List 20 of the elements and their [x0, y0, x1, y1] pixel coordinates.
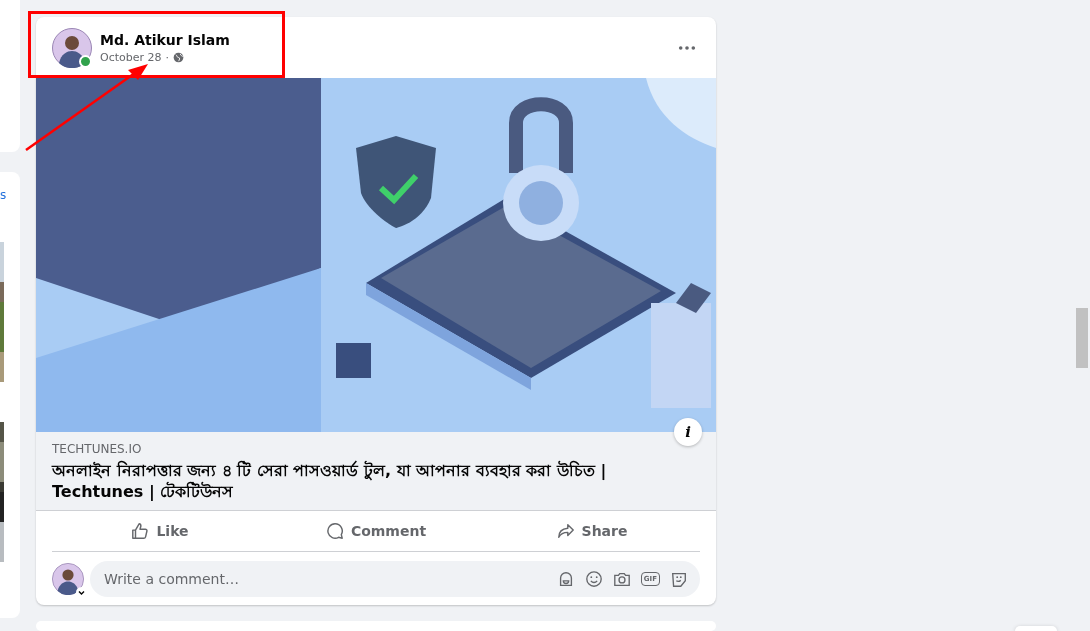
comment-button[interactable]: Comment	[268, 513, 484, 549]
share-arrow-icon	[556, 522, 575, 540]
speech-bubble-icon	[325, 522, 344, 540]
avatar	[52, 28, 92, 68]
link-domain: TECHTUNES.IO	[52, 442, 143, 456]
like-button[interactable]: Like	[52, 513, 268, 549]
more-icon	[678, 45, 696, 51]
thumbs-up-icon	[131, 522, 150, 540]
globe-icon	[173, 52, 184, 63]
link-title[interactable]: অনলাইন নিরাপত্তার জন্য ৪ টি সেরা পাসওয়ার্ড টুল, যা আপনার ব্যবহার করা উচিত | Techtunes | টেকটিউনস	[52, 460, 700, 502]
avatar	[52, 563, 84, 595]
camera-icon[interactable]	[612, 570, 631, 588]
sticker-icon[interactable]	[670, 570, 688, 588]
post-date[interactable]: October 28	[100, 51, 162, 64]
scrollbar-thumb[interactable]	[1076, 308, 1088, 368]
link-text[interactable]: s	[0, 188, 20, 202]
share-button[interactable]: Share	[484, 513, 700, 549]
author-name[interactable]: Md. Atikur Islam	[100, 32, 666, 48]
smiley-icon[interactable]	[584, 570, 603, 588]
separator: ·	[165, 51, 169, 64]
